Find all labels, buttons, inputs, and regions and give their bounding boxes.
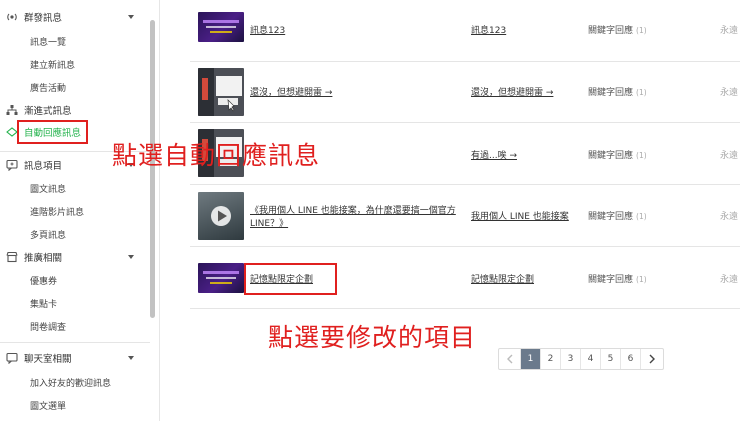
table-row[interactable]: 還沒，但想避開雷 → 還沒，但想避開雷 → 關鍵字回應 (1) 永遠 <box>190 62 740 123</box>
sidebar-item-coupon[interactable]: 優惠券 <box>30 271 57 289</box>
pagination-next-button[interactable] <box>641 349 663 369</box>
hierarchy-icon <box>6 104 18 116</box>
shop-icon <box>6 251 18 263</box>
row-keyword-link[interactable]: 訊息123 <box>471 23 506 36</box>
row-period: 永遠 <box>720 88 739 98</box>
pagination-page-1[interactable]: 1 <box>521 349 541 369</box>
row-type: 關鍵字回應 (1) <box>588 88 647 98</box>
pagination-page-6[interactable]: 6 <box>621 349 641 369</box>
sidebar: 群發訊息 訊息一覽 建立新訊息 廣告活動 漸進式訊息 自動回應訊息 訊息項目 圖… <box>0 0 160 421</box>
sidebar-group-label: 漸進式訊息 <box>24 106 72 117</box>
sidebar-group-label: 聊天室相關 <box>24 354 72 365</box>
sidebar-item-rich-menu[interactable]: 圖文選單 <box>30 396 66 414</box>
row-keyword-link[interactable]: 有過...唉 → <box>471 148 517 161</box>
video-thumbnail <box>198 192 244 240</box>
chevron-down-icon[interactable] <box>128 255 134 259</box>
table-row[interactable]: 《我用個人 LINE 也能接案，為什麼還要搞一個官方 LINE？》 我用個人 L… <box>190 185 740 247</box>
sidebar-group-label: 推廣相關 <box>24 253 63 264</box>
pagination: 1 2 3 4 5 6 <box>498 348 664 370</box>
row-type: 關鍵字回應 (1) <box>588 151 647 161</box>
chevron-down-icon[interactable] <box>128 15 134 19</box>
row-period: 永遠 <box>720 151 739 161</box>
table-row[interactable]: 訊息123 訊息123 關鍵字回應 (1) 永遠 <box>190 0 740 62</box>
app-window: 群發訊息 訊息一覽 建立新訊息 廣告活動 漸進式訊息 自動回應訊息 訊息項目 圖… <box>0 0 740 421</box>
row-keyword-link[interactable]: 還沒，但想避開雷 → <box>471 85 553 98</box>
sidebar-group-label: 訊息項目 <box>24 161 63 172</box>
sidebar-item-survey[interactable]: 問卷調查 <box>30 317 66 335</box>
row-type: 關鍵字回應 (1) <box>588 275 647 285</box>
chevron-left-icon <box>506 354 512 364</box>
sidebar-item-message-list[interactable]: 訊息一覽 <box>30 32 66 50</box>
sidebar-item-create-message[interactable]: 建立新訊息 <box>30 55 75 73</box>
row-type: 關鍵字回應 (1) <box>588 212 647 222</box>
row-type: 關鍵字回應 (1) <box>588 26 647 36</box>
message-thumbnail <box>198 12 244 42</box>
sidebar-item-welcome-message[interactable]: 加入好友的歡迎訊息 <box>30 373 111 391</box>
broadcast-icon <box>6 11 18 23</box>
row-period: 永遠 <box>720 212 739 222</box>
row-keyword-link[interactable]: 記憶點限定企劃 <box>471 272 534 285</box>
sidebar-item-card-message[interactable]: 多頁訊息 <box>30 225 66 243</box>
sidebar-divider <box>0 342 150 343</box>
sidebar-group-step-messages[interactable]: 漸進式訊息 <box>0 99 150 121</box>
pagination-page-4[interactable]: 4 <box>581 349 601 369</box>
row-title-link-line2[interactable]: LINE？》 <box>250 216 288 229</box>
annotation-click-item: 點選要修改的項目 <box>268 323 477 352</box>
row-period: 永遠 <box>720 26 739 36</box>
pagination-page-2[interactable]: 2 <box>541 349 561 369</box>
row-title-link[interactable]: 《我用個人 LINE 也能接案，為什麼還要搞一個官方 <box>250 203 456 216</box>
pagination-page-5[interactable]: 5 <box>601 349 621 369</box>
sidebar-item-ad-campaign[interactable]: 廣告活動 <box>30 78 66 96</box>
row-keyword-link[interactable]: 我用個人 LINE 也能接案 <box>471 209 569 222</box>
sidebar-item-rich-message[interactable]: 圖文訊息 <box>30 179 66 197</box>
chevron-down-icon[interactable] <box>128 356 134 360</box>
auto-reply-highlight-box <box>17 120 88 144</box>
pagination-page-3[interactable]: 3 <box>561 349 581 369</box>
sidebar-item-rich-video[interactable]: 進階影片訊息 <box>30 202 84 220</box>
row-title-link[interactable]: 還沒，但想避開雷 → <box>250 85 332 98</box>
item-highlight-box <box>244 263 337 295</box>
chevron-right-icon <box>649 354 655 364</box>
pagination-prev-button[interactable] <box>499 349 521 369</box>
sidebar-group-label: 群發訊息 <box>24 13 63 24</box>
sidebar-item-reward-card[interactable]: 集點卡 <box>30 294 57 312</box>
sidebar-group-chat[interactable]: 聊天室相關 <box>0 347 150 369</box>
sidebar-group-broadcast[interactable]: 群發訊息 <box>0 6 150 28</box>
message-item-icon <box>6 159 18 171</box>
message-thumbnail <box>198 68 244 116</box>
row-period: 永遠 <box>720 275 739 285</box>
row-title-link[interactable]: 訊息123 <box>250 23 285 36</box>
chat-icon <box>6 352 18 364</box>
annotation-click-auto-reply: 點選自動回應訊息 <box>112 141 321 170</box>
sidebar-group-promotion[interactable]: 推廣相關 <box>0 246 150 268</box>
message-thumbnail <box>198 263 244 293</box>
